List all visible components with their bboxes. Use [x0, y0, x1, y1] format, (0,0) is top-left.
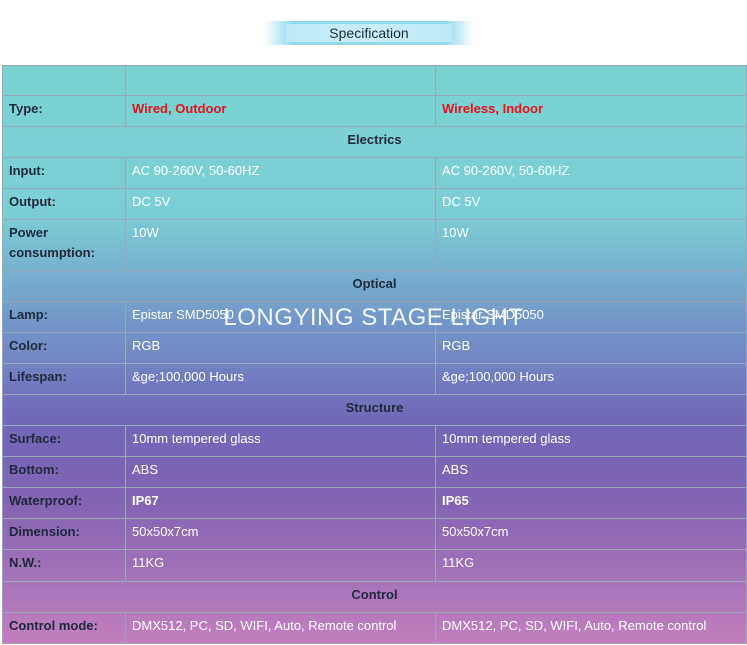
- section-heading: Optical: [2, 269, 747, 302]
- row-label: Color:: [2, 331, 126, 364]
- row-label: N.W.:: [2, 549, 126, 582]
- table-row-lamp: Lamp: Epistar SMD5050 Epistar SMD5050: [2, 300, 747, 333]
- header-cell-empty: [2, 64, 126, 97]
- table-row-type: Type: Wired, Outdoor Wireless, Indoor: [2, 95, 747, 128]
- table-row-color: Color: RGB RGB: [2, 331, 747, 364]
- row-value-b: IP65: [435, 487, 747, 520]
- row-label: Input:: [2, 157, 126, 190]
- row-value-a: AC 90-260V, 50-60HZ: [125, 157, 436, 190]
- row-value-a: 10W: [125, 219, 436, 271]
- row-label: Lamp:: [2, 300, 126, 333]
- row-value-a: 50x50x7cm: [125, 518, 436, 551]
- row-label: Bottom:: [2, 456, 126, 489]
- table-row-bottom: Bottom: ABS ABS: [2, 456, 747, 489]
- page-title: Specification: [329, 25, 409, 41]
- section-row-optical: Optical: [2, 269, 747, 302]
- row-label: Surface:: [2, 425, 126, 458]
- row-value-b: 11KG: [435, 549, 747, 582]
- row-label: Power consumption:: [2, 219, 126, 271]
- table-row-input: Input: AC 90-260V, 50-60HZ AC 90-260V, 5…: [2, 157, 747, 190]
- row-label-line: Power: [9, 225, 49, 241]
- row-value-b: AC 90-260V, 50-60HZ: [435, 157, 747, 190]
- section-row-structure: Structure: [2, 394, 747, 427]
- section-heading: Structure: [2, 394, 747, 427]
- row-label: Type:: [2, 95, 126, 128]
- row-value-b: ABS: [435, 456, 747, 489]
- row-value-a: IP67: [125, 487, 436, 520]
- row-value-b: 10W: [435, 219, 747, 271]
- section-heading: Electrics: [2, 126, 747, 159]
- spec-table: Type: Wired, Outdoor Wireless, Indoor El…: [2, 64, 747, 645]
- section-heading: Control: [2, 580, 747, 613]
- row-value-a: &ge;100,000 Hours: [125, 362, 436, 396]
- row-label: Dimension:: [2, 518, 126, 551]
- row-value-a: 11KG: [125, 549, 436, 582]
- row-value-b: DMX512, PC, SD, WIFI, Auto, Remote contr…: [435, 611, 747, 645]
- section-row-electrics: Electrics: [2, 126, 747, 159]
- row-value-a: DC 5V: [125, 188, 436, 221]
- row-label: Output:: [2, 188, 126, 221]
- row-value-a: Epistar SMD5050: [125, 300, 436, 333]
- table-row-dimension: Dimension: 50x50x7cm 50x50x7cm: [2, 518, 747, 551]
- row-value-b: &ge;100,000 Hours: [435, 362, 747, 396]
- table-row-surface: Surface: 10mm tempered glass 10mm temper…: [2, 425, 747, 458]
- row-value-a: 10mm tempered glass: [125, 425, 436, 458]
- section-row-control: Control: [2, 580, 747, 613]
- row-value-b: DC 5V: [435, 188, 747, 221]
- type-value-a: Wired, Outdoor: [125, 95, 436, 128]
- row-label-line: consumption:: [9, 245, 95, 261]
- table-row-output: Output: DC 5V DC 5V: [2, 188, 747, 221]
- header-cell-empty: [435, 64, 747, 97]
- table-row-nw: N.W.: 11KG 11KG: [2, 549, 747, 582]
- row-value-b: RGB: [435, 331, 747, 364]
- row-label: Control mode:: [2, 611, 126, 645]
- row-value-a: DMX512, PC, SD, WIFI, Auto, Remote contr…: [125, 611, 436, 645]
- row-label: Lifespan:: [2, 362, 126, 396]
- header-row: [2, 64, 747, 97]
- row-value-b: 50x50x7cm: [435, 518, 747, 551]
- type-value-b: Wireless, Indoor: [435, 95, 747, 128]
- table-row-lifespan: Lifespan: &ge;100,000 Hours &ge;100,000 …: [2, 362, 747, 396]
- row-label: Waterproof:: [2, 487, 126, 520]
- table-row-control-mode: Control mode: DMX512, PC, SD, WIFI, Auto…: [2, 611, 747, 645]
- spec-title-banner: Specification: [264, 21, 474, 45]
- row-value-b: 10mm tempered glass: [435, 425, 747, 458]
- table-row-waterproof: Waterproof: IP67 IP65: [2, 487, 747, 520]
- row-value-b: Epistar SMD5050: [435, 300, 747, 333]
- header-cell-empty: [125, 64, 436, 97]
- row-value-a: RGB: [125, 331, 436, 364]
- row-value-a: ABS: [125, 456, 436, 489]
- table-row-power: Power consumption: 10W 10W: [2, 219, 747, 271]
